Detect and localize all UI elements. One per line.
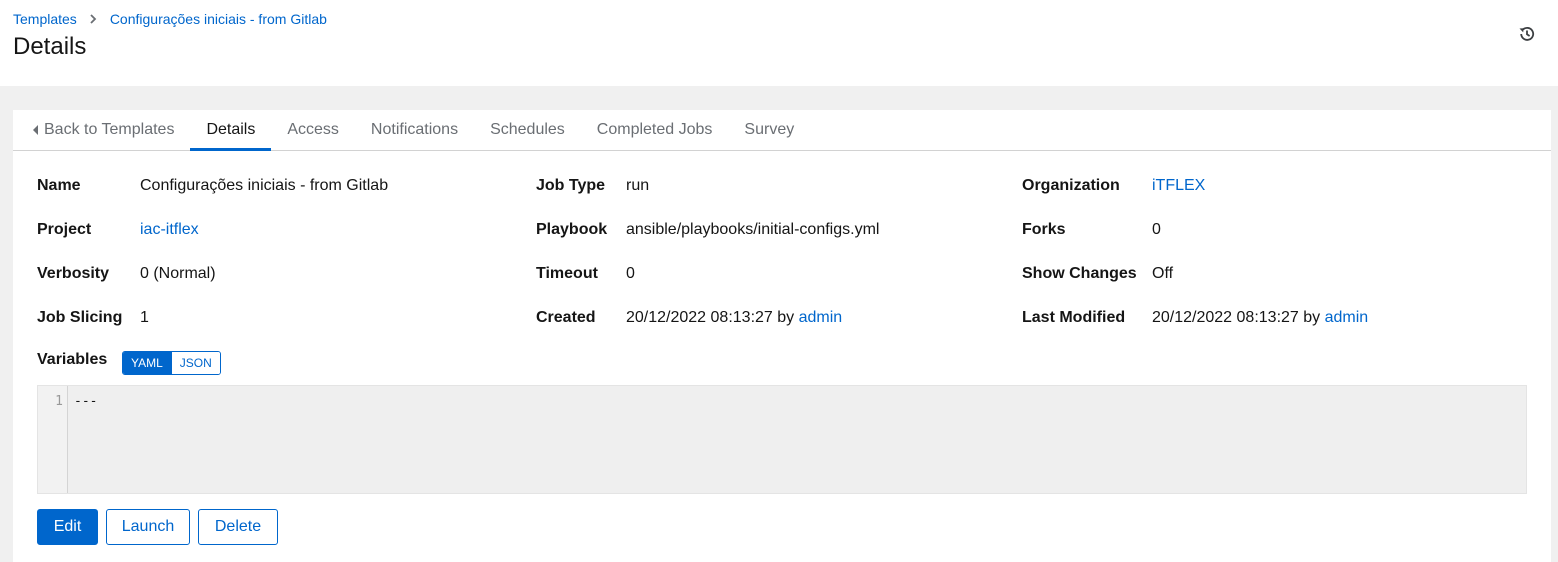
editor-gutter: 1 [38,386,68,493]
playbook-value: ansible/playbooks/initial-configs.yml [626,221,880,238]
job-type-label: Job Type [536,177,606,194]
tab-survey[interactable]: Survey [728,110,810,150]
job-slicing-value: 1 [140,309,149,326]
tab-label: Schedules [490,121,565,138]
tab-label: Details [206,121,256,138]
tab-back-to-templates[interactable]: Back to Templates [33,110,190,150]
timeout-value: 0 [626,265,635,282]
variables-mode-toggle: YAML JSON [122,351,221,375]
breadcrumb-templates-link[interactable]: Templates [13,11,77,27]
created-value: 20/12/2022 08:13:27 by admin [626,308,842,328]
playbook-label: Playbook [536,221,608,238]
created-date: 20/12/2022 08:13:27 [626,309,773,326]
tab-access[interactable]: Access [271,110,355,150]
history-icon [1518,25,1536,43]
launch-button[interactable]: Launch [106,509,190,545]
breadcrumb: Templates Configurações iniciais - from … [13,11,327,27]
show-changes-label: Show Changes [1022,265,1137,282]
page-title: Details [13,33,87,60]
variables-label: Variables [37,351,108,368]
caret-left-icon [33,125,38,135]
forks-label: Forks [1022,221,1066,238]
chevron-right-icon [89,14,97,24]
tab-label: Survey [744,121,795,138]
tab-completed-jobs[interactable]: Completed Jobs [581,110,729,150]
created-by: by [777,309,795,326]
last-modified-date: 20/12/2022 08:13:27 [1152,309,1299,326]
breadcrumb-template-link[interactable]: Configurações iniciais - from Gitlab [110,11,327,27]
last-modified-user-link[interactable]: admin [1325,309,1369,326]
history-button[interactable] [1518,25,1536,43]
project-label: Project [37,221,92,238]
last-modified-by: by [1303,309,1321,326]
yaml-toggle-button[interactable]: YAML [123,352,171,374]
name-value: Configurações iniciais - from Gitlab [140,177,389,194]
line-number: 1 [55,394,63,409]
tab-schedules[interactable]: Schedules [474,110,581,150]
created-user-link[interactable]: admin [799,309,843,326]
tab-label: Notifications [370,121,459,138]
timeout-label: Timeout [536,265,598,282]
details-card: Back to Templates Details Access Notific… [13,110,1551,562]
delete-button[interactable]: Delete [198,509,278,545]
job-slicing-label: Job Slicing [37,309,123,326]
project-link[interactable]: iac-itflex [140,220,199,240]
show-changes-value: Off [1152,265,1174,282]
tab-label: Access [287,121,339,138]
tab-notifications[interactable]: Notifications [355,110,474,150]
tab-bar: Back to Templates Details Access Notific… [13,110,1551,151]
verbosity-label: Verbosity [37,265,110,282]
tab-details[interactable]: Details [190,110,272,151]
page-header: Templates Configurações iniciais - from … [0,0,1558,86]
verbosity-value: 0 (Normal) [140,265,216,282]
forks-value: 0 [1152,221,1161,238]
tab-label: Completed Jobs [596,121,713,138]
json-toggle-button[interactable]: JSON [170,352,220,374]
last-modified-value: 20/12/2022 08:13:27 by admin [1152,308,1368,328]
created-label: Created [536,309,596,326]
tab-label: Back to Templates [44,121,175,138]
code-line: --- [74,394,98,409]
organization-link[interactable]: iTFLEX [1152,176,1205,196]
variables-editor[interactable]: 1 --- [37,385,1527,494]
last-modified-label: Last Modified [1022,309,1126,326]
name-label: Name [37,177,81,194]
job-type-value: run [626,177,650,194]
edit-button[interactable]: Edit [37,509,98,545]
organization-label: Organization [1022,177,1120,194]
